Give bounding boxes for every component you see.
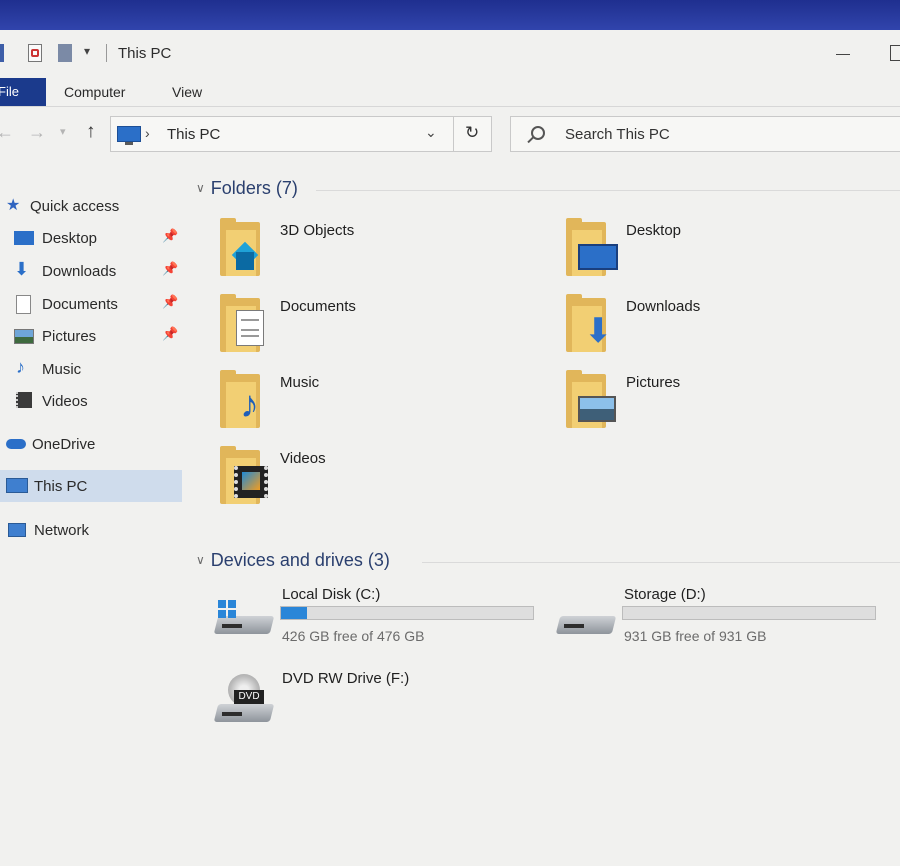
window-title: This PC (118, 45, 172, 62)
search-icon (531, 126, 545, 140)
hard-drive-icon (555, 606, 617, 636)
3d-objects-folder-icon (220, 218, 272, 280)
title-bar: ▾ This PC (0, 30, 900, 74)
sidebar-item-network[interactable]: Network (0, 516, 182, 544)
drive-usage-bar (280, 606, 534, 620)
breadcrumb-chevron-icon[interactable]: › (145, 125, 150, 141)
folder-3d-objects[interactable]: 3D Objects (220, 218, 520, 288)
drive-local-disk-c[interactable]: Local Disk (C:) 426 GB free of 476 GB (213, 584, 546, 654)
ribbon-divider (0, 106, 900, 107)
drive-dvd-rw-f[interactable]: DVD DVD RW Drive (F:) (213, 668, 546, 738)
ribbon-tabs: File Computer View (0, 74, 900, 106)
folder-videos[interactable]: Videos (220, 446, 520, 516)
pictures-folder-icon (566, 370, 618, 432)
pin-icon[interactable]: 📌 (162, 228, 178, 244)
navigation-pane: ★ Quick access Desktop 📌 ⬇ Downloads 📌 D… (0, 180, 186, 580)
sidebar-item-downloads[interactable]: ⬇ Downloads 📌 (0, 257, 182, 285)
documents-folder-icon (220, 294, 272, 356)
sidebar-item-desktop[interactable]: Desktop 📌 (0, 224, 182, 252)
minimize-button[interactable] (836, 54, 850, 55)
up-arrow-icon[interactable]: ↑ (86, 121, 96, 143)
address-divider (453, 117, 454, 151)
desktop-icon (14, 231, 34, 245)
address-dropdown-icon[interactable]: ⌄ (425, 124, 437, 141)
sidebar-item-onedrive[interactable]: OneDrive (0, 430, 182, 458)
videos-folder-icon (220, 446, 272, 508)
computer-icon (117, 126, 141, 145)
video-icon (16, 392, 32, 408)
main-content: ∨ Folders (7) 3D Objects Desktop Documen… (186, 170, 900, 860)
sidebar-item-this-pc[interactable]: This PC (0, 470, 182, 502)
drive-usage-bar (622, 606, 876, 620)
new-folder-icon[interactable] (58, 44, 72, 62)
search-input[interactable]: Search This PC (565, 126, 670, 143)
downloads-folder-icon: ⬇ (566, 294, 618, 356)
maximize-button[interactable] (890, 45, 900, 61)
folder-desktop[interactable]: Desktop (566, 218, 866, 288)
document-icon (16, 295, 31, 314)
address-bar[interactable]: › This PC ⌄ ↻ (110, 116, 492, 152)
pin-icon[interactable]: 📌 (162, 294, 178, 310)
download-arrow-icon: ⬇ (14, 259, 30, 279)
sidebar-item-pictures[interactable]: Pictures 📌 (0, 322, 182, 350)
forward-arrow-icon[interactable]: → (28, 122, 46, 143)
sidebar-item-documents[interactable]: Documents 📌 (0, 290, 182, 318)
drives-section-header[interactable]: ∨ Devices and drives (3) (196, 550, 390, 571)
folder-music[interactable]: ♪ Music (220, 370, 520, 440)
desktop-strip (0, 0, 900, 34)
folder-documents[interactable]: Documents (220, 294, 520, 364)
cloud-icon (6, 439, 26, 449)
tab-view[interactable]: View (172, 78, 202, 106)
dvd-badge: DVD (234, 690, 264, 704)
tab-file[interactable]: File (0, 78, 46, 106)
dvd-drive-icon: DVD (213, 674, 275, 722)
customize-toolbar-chevron-icon[interactable]: ▾ (84, 44, 90, 58)
sidebar-item-music[interactable]: ♪ Music (0, 355, 182, 383)
quick-access-toolbar-icon[interactable] (0, 44, 4, 62)
navigation-bar: ← → ▾ ↑ › This PC ⌄ ↻ Search This PC (0, 116, 900, 154)
tab-computer[interactable]: Computer (64, 78, 125, 106)
properties-icon[interactable] (28, 44, 42, 62)
sidebar-item-videos[interactable]: Videos (0, 387, 182, 415)
drive-usage-fill (281, 607, 307, 619)
folder-pictures[interactable]: Pictures (566, 370, 866, 440)
music-folder-icon: ♪ (220, 370, 272, 432)
search-box[interactable]: Search This PC (510, 116, 900, 152)
title-separator (106, 44, 107, 62)
refresh-icon[interactable]: ↻ (465, 123, 479, 143)
sidebar-item-quick-access[interactable]: ★ Quick access (0, 192, 182, 220)
recent-locations-chevron-icon[interactable]: ▾ (60, 125, 66, 138)
collapse-chevron-icon[interactable]: ∨ (196, 553, 205, 567)
section-divider (316, 190, 900, 191)
section-divider (422, 562, 900, 563)
drive-storage-d[interactable]: Storage (D:) 931 GB free of 931 GB (555, 584, 888, 654)
star-icon: ★ (6, 197, 21, 214)
pin-icon[interactable]: 📌 (162, 261, 178, 277)
folders-section-header[interactable]: ∨ Folders (7) (196, 178, 298, 199)
network-icon (8, 523, 26, 537)
collapse-chevron-icon[interactable]: ∨ (196, 181, 205, 195)
address-location[interactable]: This PC (167, 126, 220, 143)
folder-downloads[interactable]: ⬇ Downloads (566, 294, 866, 364)
pin-icon[interactable]: 📌 (162, 326, 178, 342)
back-arrow-icon[interactable]: ← (0, 122, 14, 143)
windows-drive-icon (213, 600, 275, 636)
pictures-icon (14, 329, 34, 344)
desktop-folder-icon (566, 218, 618, 280)
file-explorer-window: ▾ This PC File Computer View ← → ▾ ↑ › T… (0, 30, 900, 866)
music-note-icon: ♪ (16, 357, 25, 377)
computer-icon (6, 478, 28, 493)
